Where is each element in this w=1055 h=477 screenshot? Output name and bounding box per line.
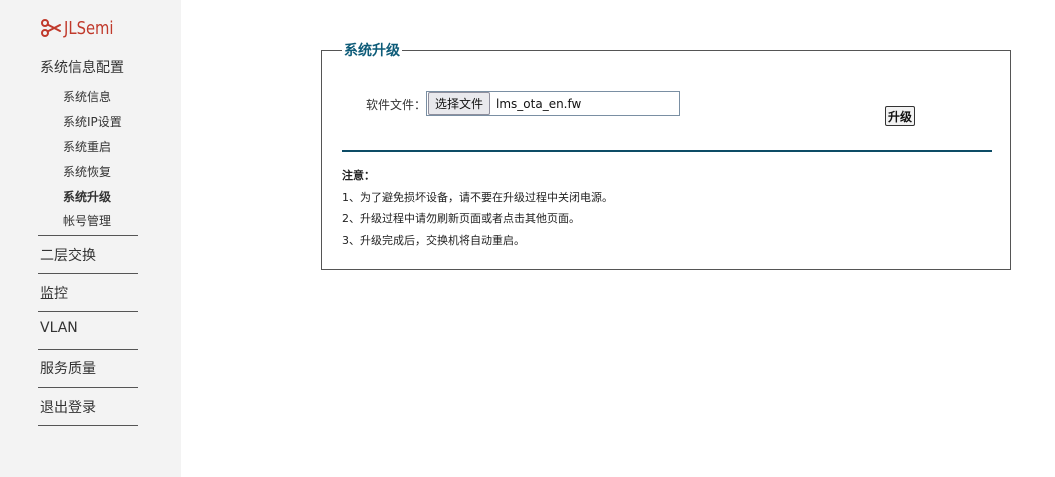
menu-monitoring[interactable]: 监控	[40, 283, 68, 303]
scissors-logo-icon	[41, 19, 61, 37]
logo-text: JLSemi	[64, 17, 114, 39]
notice-title: 注意：	[342, 169, 375, 182]
menu-logout[interactable]: 退出登录	[40, 397, 96, 417]
notice-line: 2、升级过程中请勿刷新页面或者点击其他页面。	[342, 212, 580, 225]
file-input[interactable]: 选择文件 lms_ota_en.fw	[426, 91, 680, 116]
notice-line: 1、为了避免损坏设备，请不要在升级过程中关闭电源。	[342, 191, 613, 204]
divider	[38, 235, 138, 236]
divider	[38, 349, 138, 350]
sub-item-system-restore[interactable]: 系统恢复	[63, 163, 111, 180]
file-label: 软件文件：	[366, 98, 427, 112]
sub-item-system-reboot[interactable]: 系统重启	[63, 138, 111, 155]
divider	[38, 273, 138, 274]
notice-line: 3、升级完成后，交换机将自动重启。	[342, 234, 525, 247]
upgrade-button[interactable]: 升级	[885, 106, 916, 126]
menu-layer2-switching[interactable]: 二层交换	[40, 245, 96, 265]
menu-qos[interactable]: 服务质量	[40, 358, 96, 378]
menu-vlan[interactable]: VLAN	[40, 320, 78, 336]
panel-title: 系统升级	[344, 43, 400, 59]
divider	[38, 425, 138, 426]
sub-item-system-upgrade[interactable]: 系统升级	[63, 188, 111, 205]
logo: JLSemi	[40, 14, 124, 42]
sub-item-system-info[interactable]: 系统信息	[63, 88, 111, 105]
divider	[38, 387, 138, 388]
file-name: lms_ota_en.fw	[496, 96, 582, 111]
sub-item-system-ip[interactable]: 系统IP设置	[63, 113, 122, 130]
sub-item-account-management[interactable]: 帐号管理	[63, 212, 111, 229]
divider	[38, 311, 138, 312]
section-divider	[342, 150, 992, 152]
sidebar: JLSemi 系统信息配置 系统信息 系统IP设置 系统重启 系统恢复 系统升级…	[0, 0, 181, 477]
menu-system-config[interactable]: 系统信息配置	[40, 57, 124, 77]
choose-file-button[interactable]: 选择文件	[428, 92, 491, 115]
